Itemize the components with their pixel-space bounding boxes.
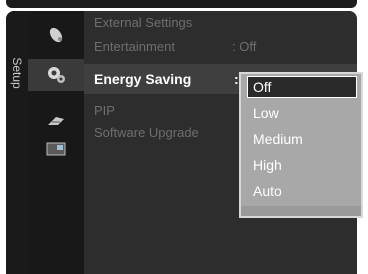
gear-settings-icon[interactable] [28,59,84,91]
dropdown-option-off[interactable]: Off [247,76,357,98]
menu-item-label: Entertainment [94,39,175,54]
menu-item-label: Energy Saving [94,71,192,87]
menu-item-value: : Off [232,39,257,54]
menu-item-external-settings[interactable]: External Settings [84,13,357,33]
menu-item-label: External Settings [94,15,193,30]
energy-saving-dropdown: Off Low Medium High Auto [239,72,363,218]
menu-item-value: : [234,71,239,87]
dropdown-option-medium[interactable]: Medium [247,128,357,150]
dropdown-option-auto[interactable]: Auto [247,180,357,202]
dropdown-footer [241,206,361,216]
category-tab[interactable]: Setup [6,11,28,274]
menu-item-entertainment[interactable]: Entertainment : Off [84,37,357,57]
menu-item-label: Software Upgrade [94,125,199,140]
category-tab-label: Setup [10,57,24,89]
pip-icon[interactable] [28,133,84,165]
antenna-icon[interactable] [28,19,84,51]
menu-icon-column [28,11,84,274]
dropdown-option-low[interactable]: Low [247,102,357,124]
top-frame [6,0,357,8]
menu-item-label: PIP [94,103,115,118]
dropdown-option-high[interactable]: High [247,154,357,176]
